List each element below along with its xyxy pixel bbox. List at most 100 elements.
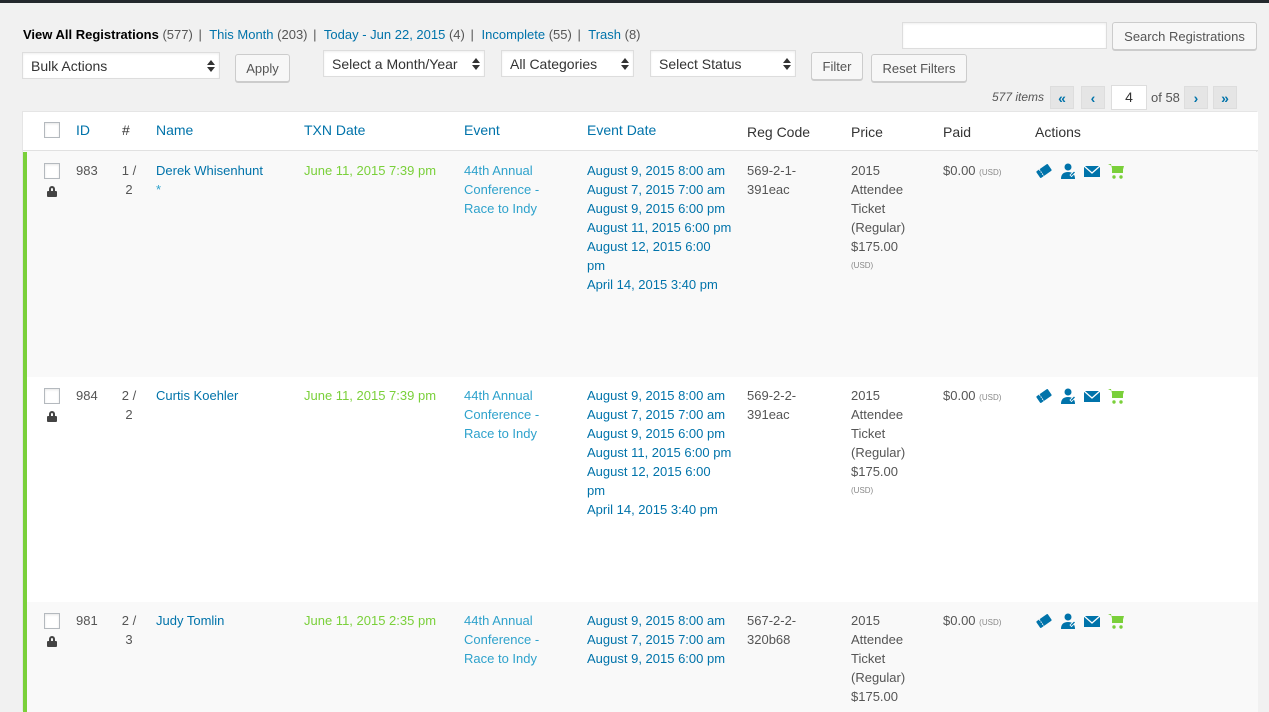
bulk-actions-select[interactable]: Bulk Actions <box>22 52 220 79</box>
event-date-link[interactable]: August 7, 2015 7:00 am <box>587 180 732 199</box>
view-trash-count: (8) <box>624 27 641 42</box>
event-link[interactable]: 44th Annual Conference - Race to Indy <box>464 611 564 668</box>
view-today-count: (4) <box>448 27 465 42</box>
row-checkbox[interactable] <box>44 163 60 179</box>
group-position: 1 / 2 <box>118 161 140 199</box>
column-event[interactable]: Event <box>464 122 500 138</box>
row-actions <box>1035 387 1125 405</box>
status-views: View All Registrations (577) | This Mont… <box>23 27 641 42</box>
select-all-checkbox[interactable] <box>44 122 60 138</box>
cart-icon[interactable] <box>1107 162 1125 180</box>
view-trash-link[interactable]: Trash <box>588 27 621 42</box>
registration-id: 983 <box>76 163 98 178</box>
group-position-of: 2 / <box>121 613 137 628</box>
status-bar <box>23 377 27 602</box>
contact-icon[interactable] <box>1059 612 1077 630</box>
admin-top-bar <box>0 0 1269 3</box>
attendee-name-link[interactable]: Curtis Koehler <box>156 386 238 405</box>
event-date-link[interactable]: August 9, 2015 8:00 am <box>587 611 732 630</box>
registration-id: 984 <box>76 388 98 403</box>
ticket-price: 2015 Attendee Ticket (Regular) $175.00 <box>851 163 906 254</box>
row-checkbox[interactable] <box>44 613 60 629</box>
status-bar <box>23 602 27 712</box>
row-actions <box>1035 162 1125 180</box>
group-position-of: 2 / <box>121 388 137 403</box>
column-txn-date[interactable]: TXN Date <box>304 122 365 138</box>
lock-icon <box>47 636 57 647</box>
column-reg-code: Reg Code <box>747 124 811 140</box>
event-date-link[interactable]: April 14, 2015 3:40 pm <box>587 500 732 519</box>
group-position-total: 2 <box>125 407 133 422</box>
paid-amount: $0.00 <box>943 388 976 403</box>
select-arrows-icon <box>621 56 629 72</box>
ticket-icon[interactable] <box>1035 162 1053 180</box>
filter-button[interactable]: Filter <box>811 52 863 80</box>
event-date-link[interactable]: August 11, 2015 6:00 pm <box>587 443 732 462</box>
event-date-link[interactable]: August 9, 2015 8:00 am <box>587 386 732 405</box>
row-checkbox[interactable] <box>44 388 60 404</box>
reset-filters-button[interactable]: Reset Filters <box>871 54 967 82</box>
attendee-name-link[interactable]: Derek Whisenhunt <box>156 161 263 180</box>
event-date-link[interactable]: August 7, 2015 7:00 am <box>587 630 732 649</box>
event-date-link[interactable]: August 7, 2015 7:00 am <box>587 405 732 424</box>
email-icon[interactable] <box>1083 162 1101 180</box>
event-date-link[interactable]: April 14, 2015 3:40 pm <box>587 275 732 294</box>
paid-currency: (USD) <box>979 393 1002 402</box>
ticket-icon[interactable] <box>1035 612 1053 630</box>
search-input[interactable] <box>902 22 1107 49</box>
email-icon[interactable] <box>1083 612 1101 630</box>
paid-amount: $0.00 <box>943 613 976 628</box>
column-event-date[interactable]: Event Date <box>587 122 656 138</box>
reg-code: 567-2-2-320b68 <box>747 613 797 647</box>
next-page-button[interactable]: › <box>1184 86 1208 109</box>
view-separator: | <box>470 27 474 42</box>
txn-date-link[interactable]: June 11, 2015 7:39 pm <box>304 386 436 405</box>
event-date-link[interactable]: August 12, 2015 6:00 pm <box>587 462 732 500</box>
column-name[interactable]: Name <box>156 122 193 138</box>
month-year-select[interactable]: Select a Month/Year <box>323 50 485 77</box>
event-date-link[interactable]: August 9, 2015 6:00 pm <box>587 649 732 668</box>
event-link[interactable]: 44th Annual Conference - Race to Indy <box>464 386 564 443</box>
email-icon[interactable] <box>1083 387 1101 405</box>
event-date-link[interactable]: August 9, 2015 6:00 pm <box>587 199 732 218</box>
ticket-price: 2015 Attendee Ticket (Regular) $175.00 <box>851 613 906 704</box>
contact-icon[interactable] <box>1059 387 1077 405</box>
column-id[interactable]: ID <box>76 122 90 138</box>
contact-icon[interactable] <box>1059 162 1077 180</box>
event-date-link[interactable]: August 12, 2015 6:00 pm <box>587 237 732 275</box>
event-date-link[interactable]: August 11, 2015 6:00 pm <box>587 218 732 237</box>
prev-page-button[interactable]: ‹ <box>1081 86 1105 109</box>
column-paid: Paid <box>943 124 972 140</box>
view-all-link[interactable]: View All Registrations <box>23 27 159 42</box>
total-pages: of 58 <box>1151 90 1180 105</box>
category-select[interactable]: All Categories <box>501 50 634 77</box>
event-date-link[interactable]: August 9, 2015 6:00 pm <box>587 424 732 443</box>
select-arrows-icon <box>207 58 215 74</box>
column-num: # <box>122 122 130 138</box>
view-incomplete-link[interactable]: Incomplete <box>482 27 546 42</box>
status-select[interactable]: Select Status <box>650 50 796 77</box>
ticket-icon[interactable] <box>1035 387 1053 405</box>
apply-button[interactable]: Apply <box>235 54 290 82</box>
column-price: Price <box>851 124 883 140</box>
last-page-button[interactable]: » <box>1213 86 1237 109</box>
group-position-total: 3 <box>125 632 133 647</box>
cart-icon[interactable] <box>1107 612 1125 630</box>
table-row: 984 2 / 2 Curtis Koehler June 11, 2015 7… <box>23 377 1258 602</box>
primary-registrant-star: * <box>156 182 162 197</box>
group-position: 2 / 2 <box>118 386 140 424</box>
first-page-button[interactable]: « <box>1050 86 1074 109</box>
txn-date-link[interactable]: June 11, 2015 7:39 pm <box>304 161 436 180</box>
event-dates: August 9, 2015 8:00 am August 7, 2015 7:… <box>587 386 732 519</box>
price-cell: 2015 Attendee Ticket (Regular) $175.00 (… <box>851 161 931 275</box>
event-link[interactable]: 44th Annual Conference - Race to Indy <box>464 161 564 218</box>
attendee-name-link[interactable]: Judy Tomlin <box>156 611 224 630</box>
cart-icon[interactable] <box>1107 387 1125 405</box>
event-date-link[interactable]: August 9, 2015 8:00 am <box>587 161 732 180</box>
view-today-link[interactable]: Today - Jun 22, 2015 <box>324 27 445 42</box>
ticket-price: 2015 Attendee Ticket (Regular) $175.00 <box>851 388 906 479</box>
txn-date-link[interactable]: June 11, 2015 2:35 pm <box>304 611 436 630</box>
search-registrations-button[interactable]: Search Registrations <box>1112 22 1257 50</box>
view-this-month-link[interactable]: This Month <box>209 27 273 42</box>
current-page-input[interactable]: 4 <box>1111 85 1147 110</box>
